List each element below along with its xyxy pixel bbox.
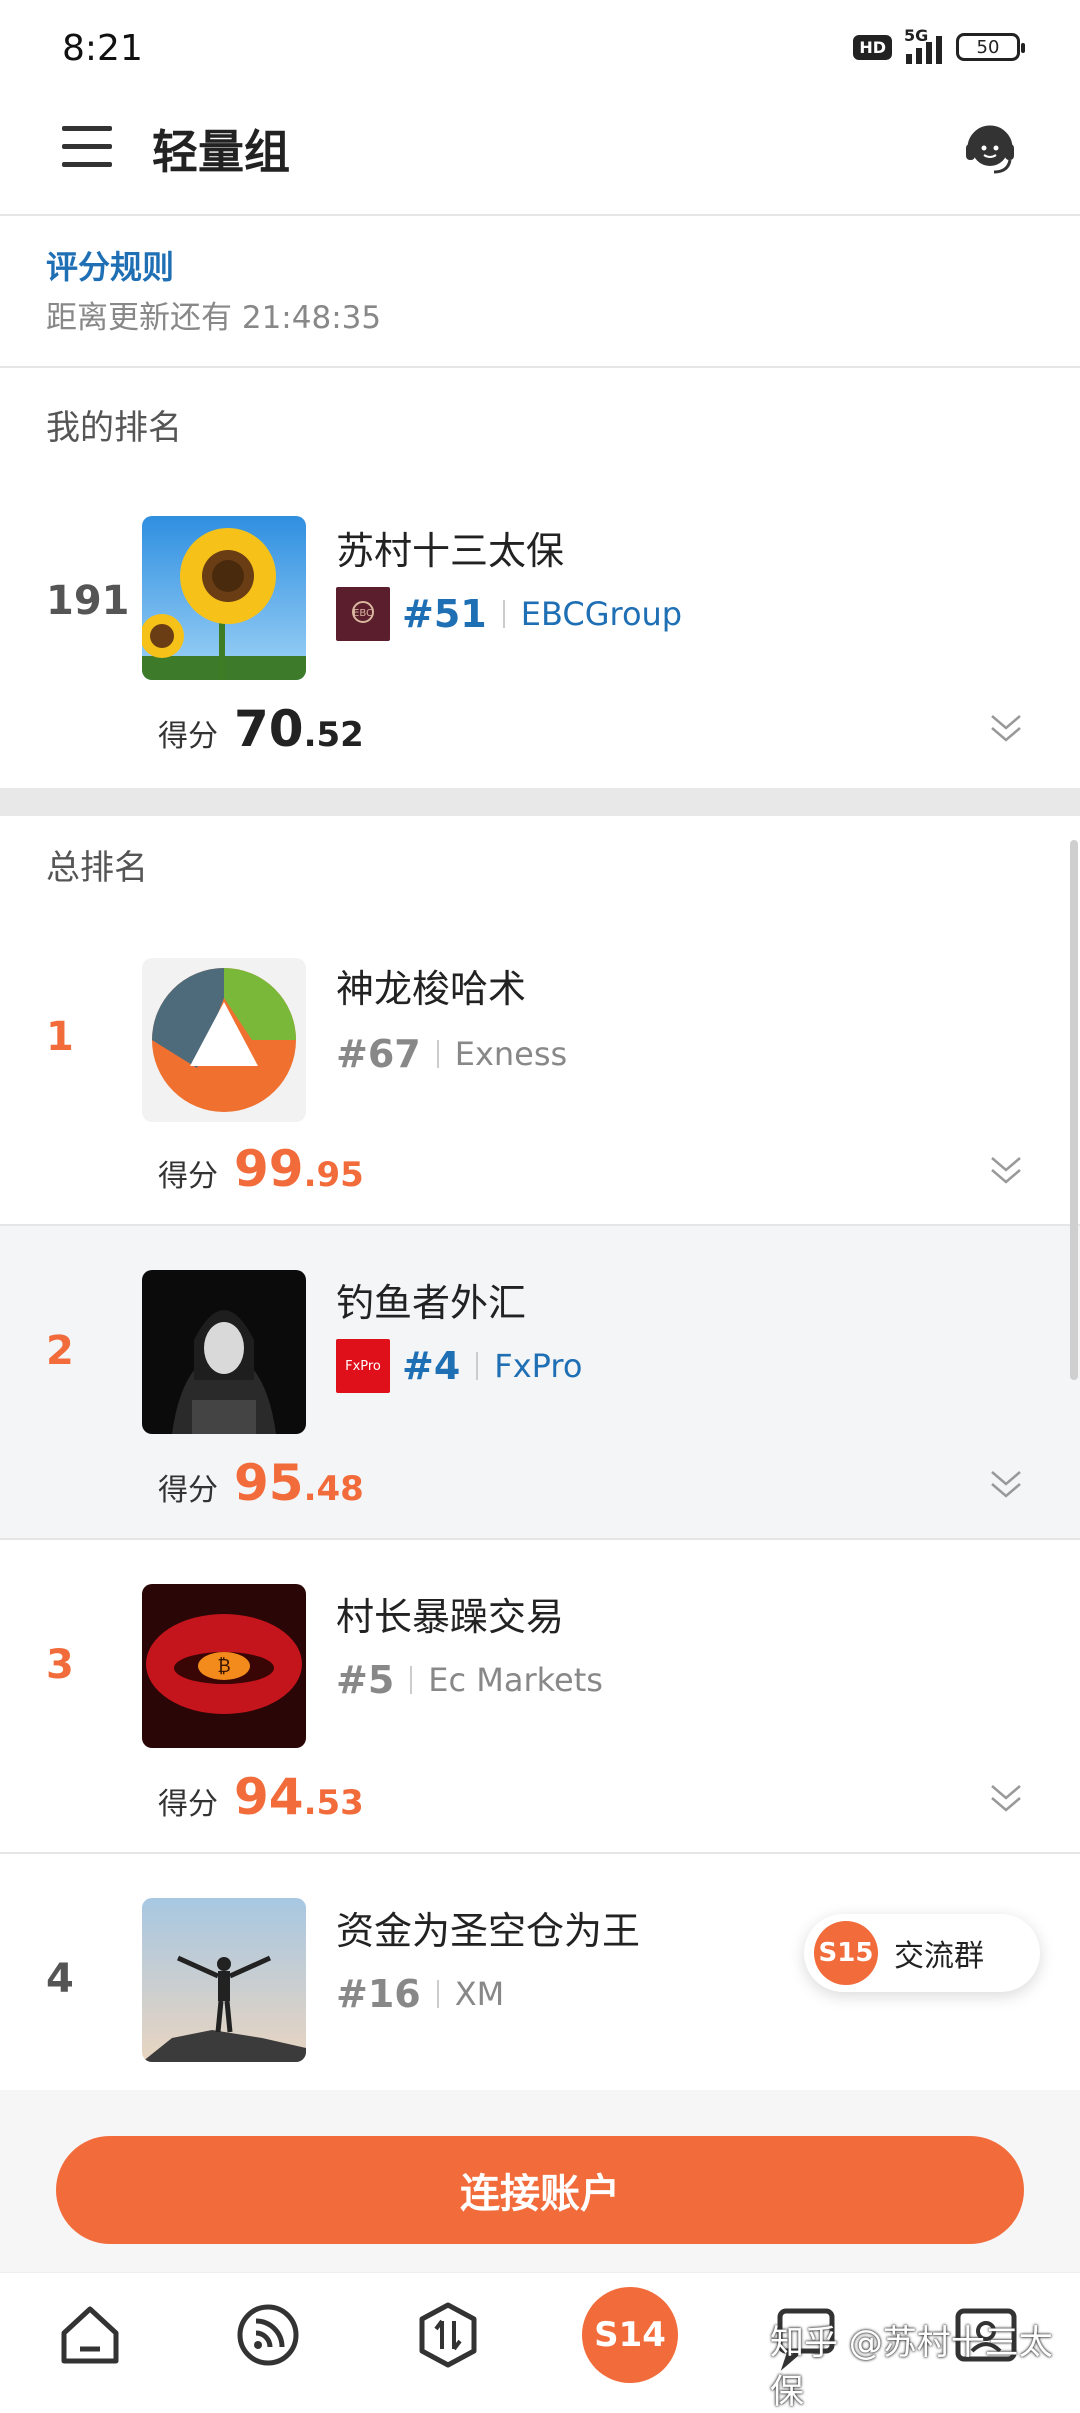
broker-info: #5 Ec Markets — [336, 1652, 603, 1708]
customer-service-icon[interactable] — [960, 118, 1020, 178]
ranking-item[interactable]: 3 ₿ 村长暴躁交易 #5 Ec Markets 得分 94 .53 — [0, 1540, 1080, 1854]
svg-text:₿: ₿ — [217, 1656, 230, 1677]
rank-number: 3 — [46, 1642, 74, 1688]
score-integer: 99 — [234, 1140, 304, 1198]
user-name: 苏村十三太保 — [336, 529, 565, 573]
avatar — [142, 1898, 306, 2062]
home-icon[interactable] — [54, 2299, 126, 2371]
score-decimal: .48 — [303, 1469, 364, 1509]
broker-rank: #4 — [402, 1344, 461, 1388]
competition-tab-button[interactable]: S14 — [582, 2287, 678, 2383]
user-name: 神龙梭哈术 — [336, 967, 527, 1011]
overall-rank-label: 总排名 — [46, 848, 148, 888]
signal-icon: 5G — [904, 26, 942, 64]
score-integer: 95 — [234, 1454, 304, 1512]
user-name: 钓鱼者外汇 — [336, 1281, 527, 1325]
my-rank-label: 我的排名 — [46, 408, 182, 448]
score: 得分 99 .95 — [158, 1140, 364, 1198]
broker-info: FxPro #4 FxPro — [336, 1338, 582, 1394]
rank-number: 1 — [46, 1014, 74, 1060]
ranking-item[interactable]: 1 神龙梭哈术 #67 Exness 得分 99 .95 — [0, 908, 1080, 1226]
score: 得分 94 .53 — [158, 1768, 364, 1826]
fxpro-logo-icon: FxPro — [336, 1339, 390, 1393]
broker-info: #16 XM — [336, 1966, 504, 2022]
score-label: 得分 — [158, 719, 218, 754]
page-title: 轻量组 — [152, 125, 290, 179]
separator — [502, 600, 505, 628]
my-rank-card[interactable]: 191 苏村十三太保 EBC #51 EBCGroup 得分 70 .52 — [0, 470, 1080, 788]
broker-rank: #67 — [336, 1032, 421, 1076]
ebc-logo-icon: EBC — [336, 587, 390, 641]
svg-text:EBC: EBC — [353, 608, 373, 619]
broker-info: #67 Exness — [336, 1026, 567, 1082]
avatar — [142, 516, 306, 680]
user-name: 资金为圣空仓为王 — [336, 1909, 641, 1953]
broker-name[interactable]: Exness — [455, 1035, 567, 1073]
score: 得分 70 .52 — [158, 700, 364, 758]
hd-icon: HD — [853, 34, 892, 60]
separator — [476, 1352, 479, 1380]
chevron-down-icon[interactable] — [988, 1152, 1024, 1188]
watermark: 知乎 @苏村十三太保 — [770, 2323, 1053, 2412]
score-label: 得分 — [158, 1787, 218, 1822]
rank-number: 191 — [46, 578, 130, 624]
avatar — [142, 1270, 306, 1434]
score-integer: 94 — [234, 1768, 304, 1826]
separator — [436, 1980, 439, 2008]
avatar: ₿ — [142, 1584, 306, 1748]
broker-rank: #51 — [402, 592, 487, 636]
status-time: 8:21 — [62, 28, 143, 69]
broker-rank: #16 — [336, 1972, 421, 2016]
separator — [436, 1040, 439, 1068]
score: 得分 95 .48 — [158, 1454, 364, 1512]
rank-number: 2 — [46, 1328, 74, 1374]
chat-group-label: 交流群 — [894, 1939, 984, 1974]
chevron-down-icon[interactable] — [988, 1466, 1024, 1502]
score-integer: 70 — [234, 700, 304, 758]
section-divider — [0, 788, 1080, 816]
score-label: 得分 — [158, 1159, 218, 1194]
rank-number: 4 — [46, 1956, 74, 2002]
broker-name[interactable]: EBCGroup — [521, 595, 682, 633]
scrollbar[interactable] — [1070, 840, 1078, 1380]
bottom-action-area: 连接账户 — [0, 2090, 1080, 2272]
menu-icon[interactable] — [62, 126, 112, 167]
score-decimal: .53 — [303, 1783, 364, 1823]
app-header: 轻量组 — [0, 80, 1080, 216]
season-badge: S15 — [814, 1921, 878, 1985]
avatar — [142, 958, 306, 1122]
user-name: 村长暴躁交易 — [336, 1595, 565, 1639]
network-type: 5G — [904, 26, 929, 45]
broker-info: EBC #51 EBCGroup — [336, 586, 682, 642]
rules-section: 评分规则 距离更新还有 21:48:35 — [0, 216, 1080, 368]
bottom-tab-bar: S14 知乎 @苏村十三太保 — [0, 2272, 1080, 2412]
battery-icon: 50 — [956, 33, 1025, 61]
broker-rank: #5 — [336, 1658, 395, 1702]
separator — [410, 1666, 413, 1694]
ranking-item[interactable]: 2 钓鱼者外汇 FxPro #4 FxPro 得分 95 .48 — [0, 1226, 1080, 1540]
feed-icon[interactable] — [232, 2299, 304, 2371]
market-icon[interactable] — [412, 2299, 484, 2371]
broker-name[interactable]: FxPro — [494, 1347, 582, 1385]
chevron-down-icon[interactable] — [988, 1780, 1024, 1816]
status-bar: 8:21 HD 5G 50 — [0, 0, 1080, 80]
score-decimal: .52 — [303, 715, 364, 755]
update-countdown: 距离更新还有 21:48:35 — [46, 300, 382, 336]
scoring-rules-link[interactable]: 评分规则 — [46, 242, 174, 288]
chevron-down-icon[interactable] — [988, 710, 1024, 746]
connect-account-button[interactable]: 连接账户 — [56, 2136, 1024, 2244]
score-label: 得分 — [158, 1473, 218, 1508]
broker-name[interactable]: XM — [455, 1975, 505, 2013]
broker-name[interactable]: Ec Markets — [428, 1661, 603, 1699]
status-indicators: HD 5G 50 — [853, 26, 1025, 64]
chat-group-button[interactable]: S15 交流群 — [804, 1914, 1040, 1992]
score-decimal: .95 — [303, 1155, 364, 1195]
